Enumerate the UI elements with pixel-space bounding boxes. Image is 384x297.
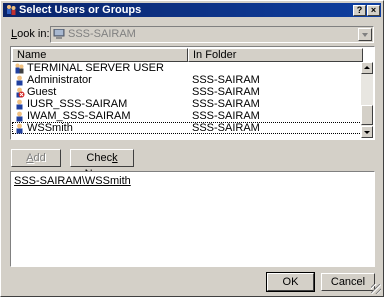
cancel-button[interactable]: Cancel xyxy=(321,273,375,291)
dropdown-arrow-icon[interactable] xyxy=(358,28,372,41)
ok-button[interactable]: OK xyxy=(266,272,315,292)
close-button[interactable]: × xyxy=(367,5,380,16)
selected-names-box[interactable]: SSS-SAIRAM\WSSmith xyxy=(10,171,375,267)
user-icon xyxy=(16,123,23,134)
list-item[interactable]: Guest SSS-SAIRAM xyxy=(12,86,362,98)
scroll-up-icon[interactable] xyxy=(361,62,373,74)
user-icon xyxy=(16,99,23,110)
look-in-value: SSS-SAIRAM xyxy=(68,28,136,40)
disabled-user-icon xyxy=(16,87,25,98)
title-bar[interactable]: Select Users or Groups ? × xyxy=(3,3,381,17)
users-list[interactable]: Name In Folder TERMINAL SERVER USER Admi… xyxy=(10,46,375,140)
window-title: Select Users or Groups xyxy=(19,4,142,16)
list-item[interactable]: Administrator SSS-SAIRAM xyxy=(12,74,362,86)
scroll-thumb[interactable] xyxy=(361,105,373,125)
list-item[interactable]: TERMINAL SERVER USER xyxy=(12,62,362,74)
column-header-name[interactable]: Name xyxy=(12,48,188,62)
help-button[interactable]: ? xyxy=(353,5,366,16)
user-icon xyxy=(16,75,23,86)
list-item[interactable]: IUSR_SSS-SAIRAM SSS-SAIRAM xyxy=(12,98,362,110)
group-icon xyxy=(15,63,24,74)
vertical-scrollbar[interactable] xyxy=(361,62,373,138)
selected-name: SSS-SAIRAM\WSSmith xyxy=(14,175,131,187)
look-in-label: Look in: xyxy=(11,28,50,40)
computer-icon xyxy=(53,29,65,39)
add-button[interactable]: Add xyxy=(11,149,61,167)
users-icon xyxy=(7,5,16,15)
select-users-dialog: Select Users or Groups ? × Look in: SSS-… xyxy=(0,0,384,297)
check-names-button[interactable]: Check Names xyxy=(70,149,134,180)
scroll-down-icon[interactable] xyxy=(361,126,373,138)
list-item-selected[interactable]: WSSmith SSS-SAIRAM xyxy=(12,122,362,134)
resize-grip-icon[interactable] xyxy=(371,284,381,294)
list-item[interactable]: IWAM_SSS-SAIRAM SSS-SAIRAM xyxy=(12,110,362,122)
look-in-combobox[interactable]: SSS-SAIRAM xyxy=(50,26,374,43)
column-header-in-folder[interactable]: In Folder xyxy=(188,48,363,62)
user-icon xyxy=(16,111,23,122)
